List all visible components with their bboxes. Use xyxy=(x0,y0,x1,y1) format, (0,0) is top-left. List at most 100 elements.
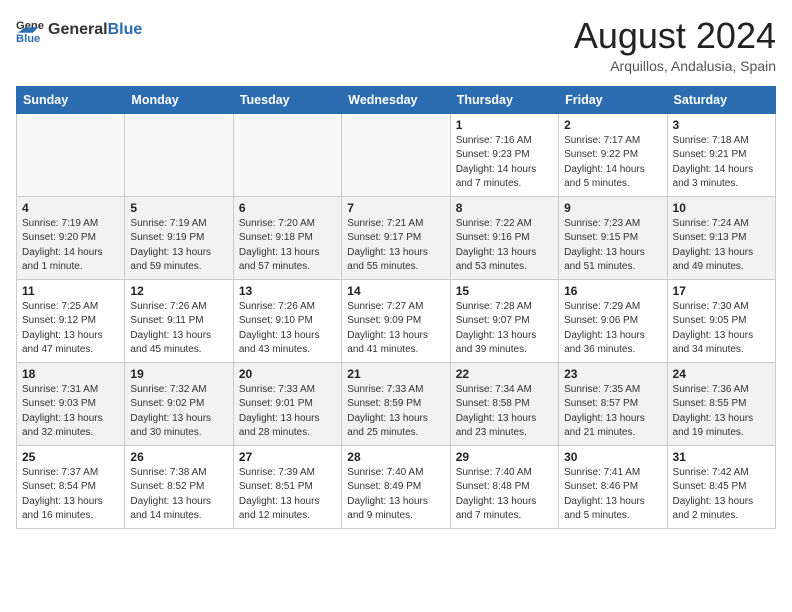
cell-day-number: 14 xyxy=(347,284,444,298)
calendar-header-row: SundayMondayTuesdayWednesdayThursdayFrid… xyxy=(17,86,776,113)
cell-day-number: 8 xyxy=(456,201,553,215)
cell-daylight-info: Sunrise: 7:20 AM Sunset: 9:18 PM Dayligh… xyxy=(239,217,336,275)
cell-day-number: 23 xyxy=(564,367,661,381)
calendar-cell: 3 Sunrise: 7:18 AM Sunset: 9:21 PM Daylig… xyxy=(667,113,775,196)
calendar-cell: 24 Sunrise: 7:36 AM Sunset: 8:55 PM Dayli… xyxy=(667,362,775,445)
cell-day-number: 5 xyxy=(130,201,227,215)
cell-daylight-info: Sunrise: 7:23 AM Sunset: 9:15 PM Dayligh… xyxy=(564,217,661,275)
cell-day-number: 24 xyxy=(673,367,770,381)
calendar-cell: 17 Sunrise: 7:30 AM Sunset: 9:05 PM Dayli… xyxy=(667,279,775,362)
calendar-cell: 23Sunrise: 7:35 AM Sunset: 8:57 PM Dayli… xyxy=(559,362,667,445)
cell-daylight-info: Sunrise: 7:36 AM Sunset: 8:55 PM Dayligh… xyxy=(673,383,770,441)
calendar-cell: 31Sunrise: 7:42 AM Sunset: 8:45 PM Dayli… xyxy=(667,445,775,528)
cell-day-number: 13 xyxy=(239,284,336,298)
cell-daylight-info: Sunrise: 7:37 AM Sunset: 8:54 PM Dayligh… xyxy=(22,466,119,524)
calendar-cell: 25 Sunrise: 7:37 AM Sunset: 8:54 PM Dayli… xyxy=(17,445,125,528)
cell-day-number: 26 xyxy=(130,450,227,464)
cell-daylight-info: Sunrise: 7:24 AM Sunset: 9:13 PM Dayligh… xyxy=(673,217,770,275)
calendar-week-row: 25 Sunrise: 7:37 AM Sunset: 8:54 PM Dayli… xyxy=(17,445,776,528)
cell-daylight-info: Sunrise: 7:27 AM Sunset: 9:09 PM Dayligh… xyxy=(347,300,444,358)
calendar-cell: 2Sunrise: 7:17 AM Sunset: 9:22 PM Daylig… xyxy=(559,113,667,196)
cell-day-number: 1 xyxy=(456,118,553,132)
calendar-cell: 6 Sunrise: 7:20 AM Sunset: 9:18 PM Daylig… xyxy=(233,196,341,279)
cell-daylight-info: Sunrise: 7:32 AM Sunset: 9:02 PM Dayligh… xyxy=(130,383,227,441)
calendar-cell: 18 Sunrise: 7:31 AM Sunset: 9:03 PM Dayli… xyxy=(17,362,125,445)
title-area: August 2024 Arquillos, Andalusia, Spain xyxy=(574,16,776,74)
logo: General Blue GeneralBlue xyxy=(16,16,142,44)
month-title: August 2024 xyxy=(574,16,776,56)
location-subtitle: Arquillos, Andalusia, Spain xyxy=(574,58,776,74)
cell-day-number: 17 xyxy=(673,284,770,298)
calendar-cell: 10Sunrise: 7:24 AM Sunset: 9:13 PM Dayli… xyxy=(667,196,775,279)
calendar-cell: 4 Sunrise: 7:19 AM Sunset: 9:20 PM Daylig… xyxy=(17,196,125,279)
cell-day-number: 11 xyxy=(22,284,119,298)
cell-day-number: 15 xyxy=(456,284,553,298)
cell-day-number: 4 xyxy=(22,201,119,215)
calendar-cell: 15 Sunrise: 7:28 AM Sunset: 9:07 PM Dayli… xyxy=(450,279,558,362)
calendar-cell: 21Sunrise: 7:33 AM Sunset: 8:59 PM Dayli… xyxy=(342,362,450,445)
cell-daylight-info: Sunrise: 7:25 AM Sunset: 9:12 PM Dayligh… xyxy=(22,300,119,358)
cell-day-number: 28 xyxy=(347,450,444,464)
logo-general: General xyxy=(48,21,108,38)
calendar-cell: 5 Sunrise: 7:19 AM Sunset: 9:19 PM Daylig… xyxy=(125,196,233,279)
cell-day-number: 20 xyxy=(239,367,336,381)
cell-day-number: 18 xyxy=(22,367,119,381)
cell-daylight-info: Sunrise: 7:17 AM Sunset: 9:22 PM Dayligh… xyxy=(564,134,661,192)
calendar-cell: 9Sunrise: 7:23 AM Sunset: 9:15 PM Daylig… xyxy=(559,196,667,279)
cell-day-number: 16 xyxy=(564,284,661,298)
calendar-cell: 13Sunrise: 7:26 AM Sunset: 9:10 PM Dayli… xyxy=(233,279,341,362)
calendar-cell: 29 Sunrise: 7:40 AM Sunset: 8:48 PM Dayli… xyxy=(450,445,558,528)
calendar-cell: 1Sunrise: 7:16 AM Sunset: 9:23 PM Daylig… xyxy=(450,113,558,196)
logo-icon: General Blue xyxy=(16,16,44,44)
calendar-cell: 20 Sunrise: 7:33 AM Sunset: 9:01 PM Dayli… xyxy=(233,362,341,445)
calendar-week-row: 11 Sunrise: 7:25 AM Sunset: 9:12 PM Dayli… xyxy=(17,279,776,362)
cell-daylight-info: Sunrise: 7:38 AM Sunset: 8:52 PM Dayligh… xyxy=(130,466,227,524)
calendar-cell xyxy=(342,113,450,196)
cell-daylight-info: Sunrise: 7:30 AM Sunset: 9:05 PM Dayligh… xyxy=(673,300,770,358)
cell-day-number: 12 xyxy=(130,284,227,298)
calendar-cell: 28 Sunrise: 7:40 AM Sunset: 8:49 PM Dayli… xyxy=(342,445,450,528)
calendar-cell: 7 Sunrise: 7:21 AM Sunset: 9:17 PM Daylig… xyxy=(342,196,450,279)
calendar-cell: 22 Sunrise: 7:34 AM Sunset: 8:58 PM Dayli… xyxy=(450,362,558,445)
cell-daylight-info: Sunrise: 7:42 AM Sunset: 8:45 PM Dayligh… xyxy=(673,466,770,524)
calendar-cell: 27Sunrise: 7:39 AM Sunset: 8:51 PM Dayli… xyxy=(233,445,341,528)
cell-day-number: 29 xyxy=(456,450,553,464)
calendar-cell: 8Sunrise: 7:22 AM Sunset: 9:16 PM Daylig… xyxy=(450,196,558,279)
cell-day-number: 7 xyxy=(347,201,444,215)
logo-blue: Blue xyxy=(108,21,143,38)
cell-daylight-info: Sunrise: 7:33 AM Sunset: 9:01 PM Dayligh… xyxy=(239,383,336,441)
cell-day-number: 22 xyxy=(456,367,553,381)
calendar-cell xyxy=(125,113,233,196)
cell-daylight-info: Sunrise: 7:19 AM Sunset: 9:20 PM Dayligh… xyxy=(22,217,119,275)
cell-daylight-info: Sunrise: 7:40 AM Sunset: 8:48 PM Dayligh… xyxy=(456,466,553,524)
calendar-cell: 12 Sunrise: 7:26 AM Sunset: 9:11 PM Dayli… xyxy=(125,279,233,362)
cell-daylight-info: Sunrise: 7:34 AM Sunset: 8:58 PM Dayligh… xyxy=(456,383,553,441)
calendar-cell xyxy=(17,113,125,196)
cell-day-number: 3 xyxy=(673,118,770,132)
calendar-cell: 11 Sunrise: 7:25 AM Sunset: 9:12 PM Dayli… xyxy=(17,279,125,362)
cell-daylight-info: Sunrise: 7:39 AM Sunset: 8:51 PM Dayligh… xyxy=(239,466,336,524)
calendar-week-row: 1Sunrise: 7:16 AM Sunset: 9:23 PM Daylig… xyxy=(17,113,776,196)
calendar-cell: 14 Sunrise: 7:27 AM Sunset: 9:09 PM Dayli… xyxy=(342,279,450,362)
cell-day-number: 30 xyxy=(564,450,661,464)
cell-day-number: 6 xyxy=(239,201,336,215)
col-header-friday: Friday xyxy=(559,86,667,113)
cell-daylight-info: Sunrise: 7:29 AM Sunset: 9:06 PM Dayligh… xyxy=(564,300,661,358)
cell-daylight-info: Sunrise: 7:41 AM Sunset: 8:46 PM Dayligh… xyxy=(564,466,661,524)
cell-daylight-info: Sunrise: 7:18 AM Sunset: 9:21 PM Dayligh… xyxy=(673,134,770,192)
calendar-week-row: 18 Sunrise: 7:31 AM Sunset: 9:03 PM Dayli… xyxy=(17,362,776,445)
cell-daylight-info: Sunrise: 7:26 AM Sunset: 9:11 PM Dayligh… xyxy=(130,300,227,358)
cell-daylight-info: Sunrise: 7:19 AM Sunset: 9:19 PM Dayligh… xyxy=(130,217,227,275)
calendar-cell: 16 Sunrise: 7:29 AM Sunset: 9:06 PM Dayli… xyxy=(559,279,667,362)
calendar-cell: 19Sunrise: 7:32 AM Sunset: 9:02 PM Dayli… xyxy=(125,362,233,445)
col-header-thursday: Thursday xyxy=(450,86,558,113)
cell-day-number: 25 xyxy=(22,450,119,464)
cell-daylight-info: Sunrise: 7:40 AM Sunset: 8:49 PM Dayligh… xyxy=(347,466,444,524)
calendar-cell xyxy=(233,113,341,196)
calendar-table: SundayMondayTuesdayWednesdayThursdayFrid… xyxy=(16,86,776,529)
col-header-monday: Monday xyxy=(125,86,233,113)
calendar-cell: 30 Sunrise: 7:41 AM Sunset: 8:46 PM Dayli… xyxy=(559,445,667,528)
cell-daylight-info: Sunrise: 7:21 AM Sunset: 9:17 PM Dayligh… xyxy=(347,217,444,275)
cell-daylight-info: Sunrise: 7:31 AM Sunset: 9:03 PM Dayligh… xyxy=(22,383,119,441)
cell-daylight-info: Sunrise: 7:28 AM Sunset: 9:07 PM Dayligh… xyxy=(456,300,553,358)
